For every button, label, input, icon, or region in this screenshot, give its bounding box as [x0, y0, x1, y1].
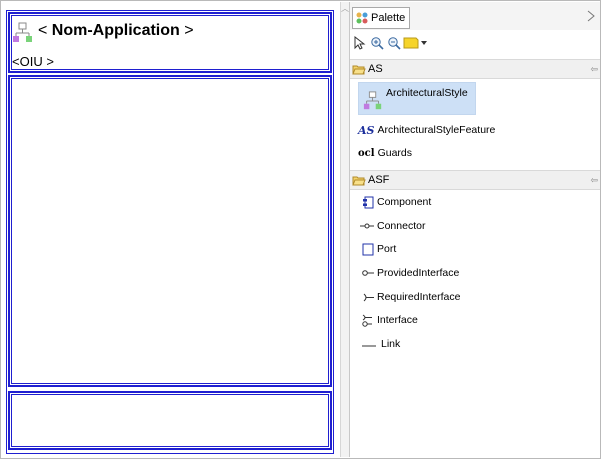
- tool-component[interactable]: Component: [362, 194, 431, 210]
- application-name-label[interactable]: < Nom-Application >: [38, 22, 194, 40]
- tool-architectural-style-feature[interactable]: AS ArchitecturalStyleFeature: [358, 122, 495, 138]
- palette-panel: Palette AS ⇦ ArchitecturalStyle AS Archi…: [349, 2, 600, 457]
- tool-label: ProvidedInterface: [377, 267, 460, 279]
- application-name: Nom-Application: [51, 22, 180, 39]
- tool-label: Guards: [377, 147, 412, 159]
- drawer-as[interactable]: AS ⇦: [350, 59, 600, 79]
- tool-label: Port: [377, 243, 397, 255]
- required-interface-icon: [363, 293, 374, 301]
- note-icon[interactable]: [403, 35, 419, 51]
- connector-icon: [360, 223, 374, 229]
- application-body-compartment[interactable]: [8, 75, 332, 387]
- palette-header: Palette: [350, 2, 600, 30]
- tool-architectural-style[interactable]: ArchitecturalStyle: [358, 82, 476, 115]
- select-arrow-icon[interactable]: [352, 35, 368, 51]
- tool-port[interactable]: Port: [362, 241, 396, 257]
- application-footer-compartment[interactable]: [8, 391, 332, 450]
- tool-interface[interactable]: Interface: [362, 312, 418, 328]
- canvas-scrollbar[interactable]: ︿: [340, 2, 349, 457]
- zoom-out-icon[interactable]: [386, 35, 402, 51]
- palette-tab[interactable]: Palette: [352, 7, 411, 29]
- dropdown-arrow-icon[interactable]: [420, 35, 428, 51]
- hierarchy-icon: [13, 22, 32, 42]
- tool-provided-interface[interactable]: ProvidedInterface: [362, 265, 459, 281]
- tool-guards[interactable]: ocl Guards: [358, 145, 412, 161]
- hierarchy-icon: [363, 91, 382, 110]
- tool-label: Connector: [377, 220, 426, 232]
- link-icon: [362, 345, 376, 347]
- drawer-asf[interactable]: ASF ⇦: [350, 170, 600, 190]
- port-icon: [362, 243, 374, 255]
- as-icon: AS: [358, 123, 375, 137]
- component-icon: [363, 196, 374, 208]
- provided-interface-icon: [362, 270, 374, 276]
- tool-label: ArchitecturalStyle: [386, 87, 468, 99]
- tool-link[interactable]: Link: [362, 336, 400, 352]
- scroll-up-arrow-icon[interactable]: ︿: [341, 4, 349, 14]
- collapse-palette-icon[interactable]: [586, 10, 596, 22]
- palette-tab-label: Palette: [371, 12, 406, 24]
- interface-icon: [362, 314, 372, 327]
- title-suffix: >: [179, 22, 194, 39]
- tool-label: RequiredInterface: [377, 291, 461, 303]
- diagram-canvas[interactable]: < Nom-Application > <OIU >: [2, 2, 339, 455]
- tool-label: ArchitecturalStyleFeature: [377, 124, 496, 136]
- tool-required-interface[interactable]: RequiredInterface: [363, 289, 460, 305]
- title-prefix: <: [38, 22, 52, 39]
- tool-connector[interactable]: Connector: [360, 218, 425, 234]
- open-folder-icon: [352, 176, 366, 185]
- open-folder-icon: [352, 65, 366, 74]
- zoom-in-icon[interactable]: [369, 35, 385, 51]
- palette-icon: [356, 12, 368, 24]
- drawer-asf-label: ASF: [368, 174, 390, 186]
- pin-icon[interactable]: ⇦: [590, 64, 598, 75]
- tool-label: Component: [377, 196, 432, 208]
- tool-label: Link: [381, 338, 401, 350]
- oiu-label[interactable]: <OIU >: [12, 54, 54, 69]
- palette-toolbar: [352, 34, 428, 52]
- ocl-icon: ocl: [358, 147, 375, 159]
- pin-icon[interactable]: ⇦: [590, 175, 598, 186]
- drawer-as-label: AS: [368, 63, 383, 75]
- tool-label: Interface: [377, 314, 418, 326]
